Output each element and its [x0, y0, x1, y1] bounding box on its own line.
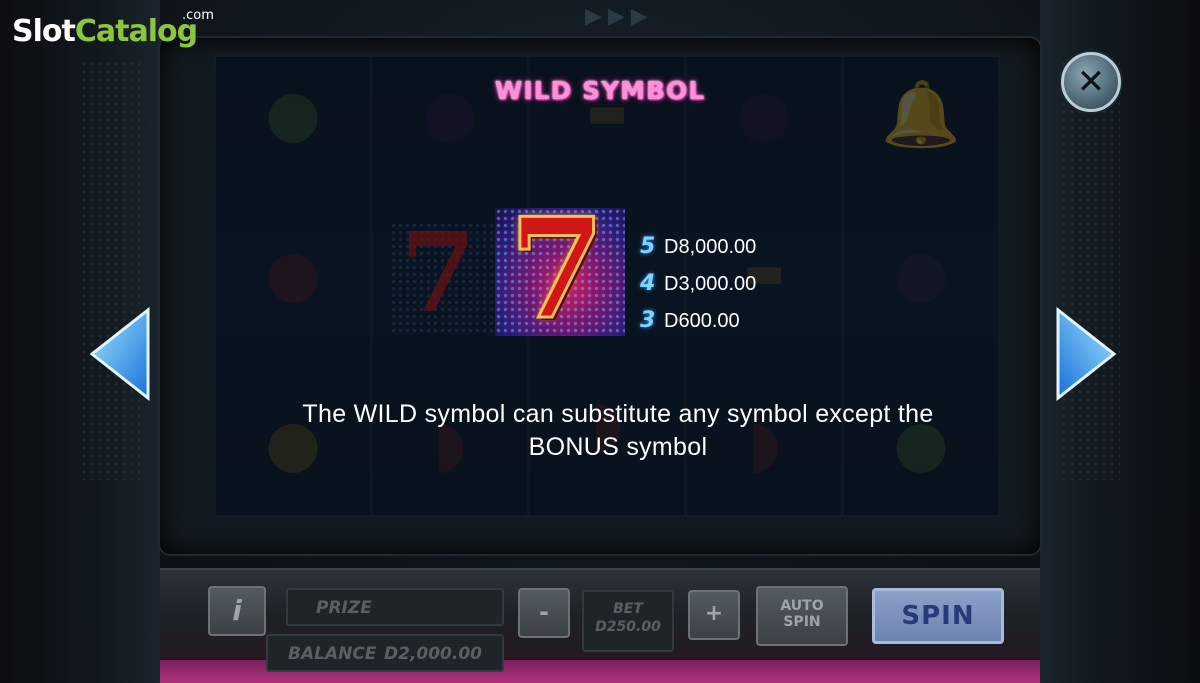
prev-page-button[interactable] [88, 306, 152, 402]
pay-count: 4 [640, 271, 656, 296]
paytable-row: 5 D8,000.00 [640, 234, 756, 271]
arrow-left-icon [89, 306, 150, 402]
pay-value: D8,000.00 [664, 236, 757, 258]
auto-spin-button[interactable]: AUTO SPIN [756, 586, 848, 646]
balance-display: BALANCE D2,000.00 [266, 634, 504, 672]
description-line-1: The WILD symbol can substitute any symbo… [302, 400, 934, 428]
wild-description: The WILD symbol can substitute any symbo… [250, 398, 986, 464]
paytable-row: 4 D3,000.00 [640, 271, 756, 308]
prize-label: PRIZE [316, 598, 372, 618]
auto-spin-label-line1: AUTO [780, 598, 824, 614]
spin-button[interactable]: SPIN [872, 588, 1004, 644]
balance-value: D2,000.00 [384, 644, 482, 664]
increase-bet-button[interactable]: + [688, 590, 740, 640]
faded-seven-icon: 7 [400, 208, 477, 337]
top-decorative-arrows-icon: ▶▶▶ [585, 4, 654, 29]
auto-spin-label-line2: SPIN [783, 614, 821, 630]
page-title: WILD SYMBOL [494, 76, 706, 105]
speaker-grill-right [1060, 60, 1120, 480]
arrow-right-icon [1056, 306, 1117, 402]
close-icon: ✕ [1076, 62, 1106, 102]
info-button[interactable]: i [208, 586, 266, 636]
logo-slot-text: Slot [12, 14, 76, 49]
speaker-grill-left [80, 60, 140, 480]
description-line-2: BONUS symbol [528, 433, 708, 461]
close-button[interactable]: ✕ [1061, 52, 1121, 112]
slotcatalog-logo: SlotCatalog .com [12, 8, 214, 49]
prize-display: PRIZE [286, 588, 504, 626]
logo-com-text: .com [182, 8, 214, 23]
logo-catalog-text: Catalog [74, 14, 198, 49]
pay-count: 5 [640, 234, 656, 259]
bet-display: BET D250.00 [582, 590, 674, 652]
decrease-bet-button[interactable]: - [518, 588, 570, 638]
bet-label: BET [613, 601, 643, 617]
wild-symbol-tile: 7 [495, 208, 625, 336]
pay-count: 3 [640, 308, 656, 333]
next-page-button[interactable] [1054, 306, 1118, 402]
pay-value: D3,000.00 [664, 273, 757, 295]
balance-label: BALANCE [288, 644, 377, 664]
paytable: 5 D8,000.00 4 D3,000.00 3 D600.00 [640, 234, 756, 345]
paytable-row: 3 D600.00 [640, 308, 756, 345]
red-seven-icon: 7 [507, 208, 606, 336]
pay-value: D600.00 [664, 310, 740, 332]
bet-value: D250.00 [595, 619, 661, 635]
